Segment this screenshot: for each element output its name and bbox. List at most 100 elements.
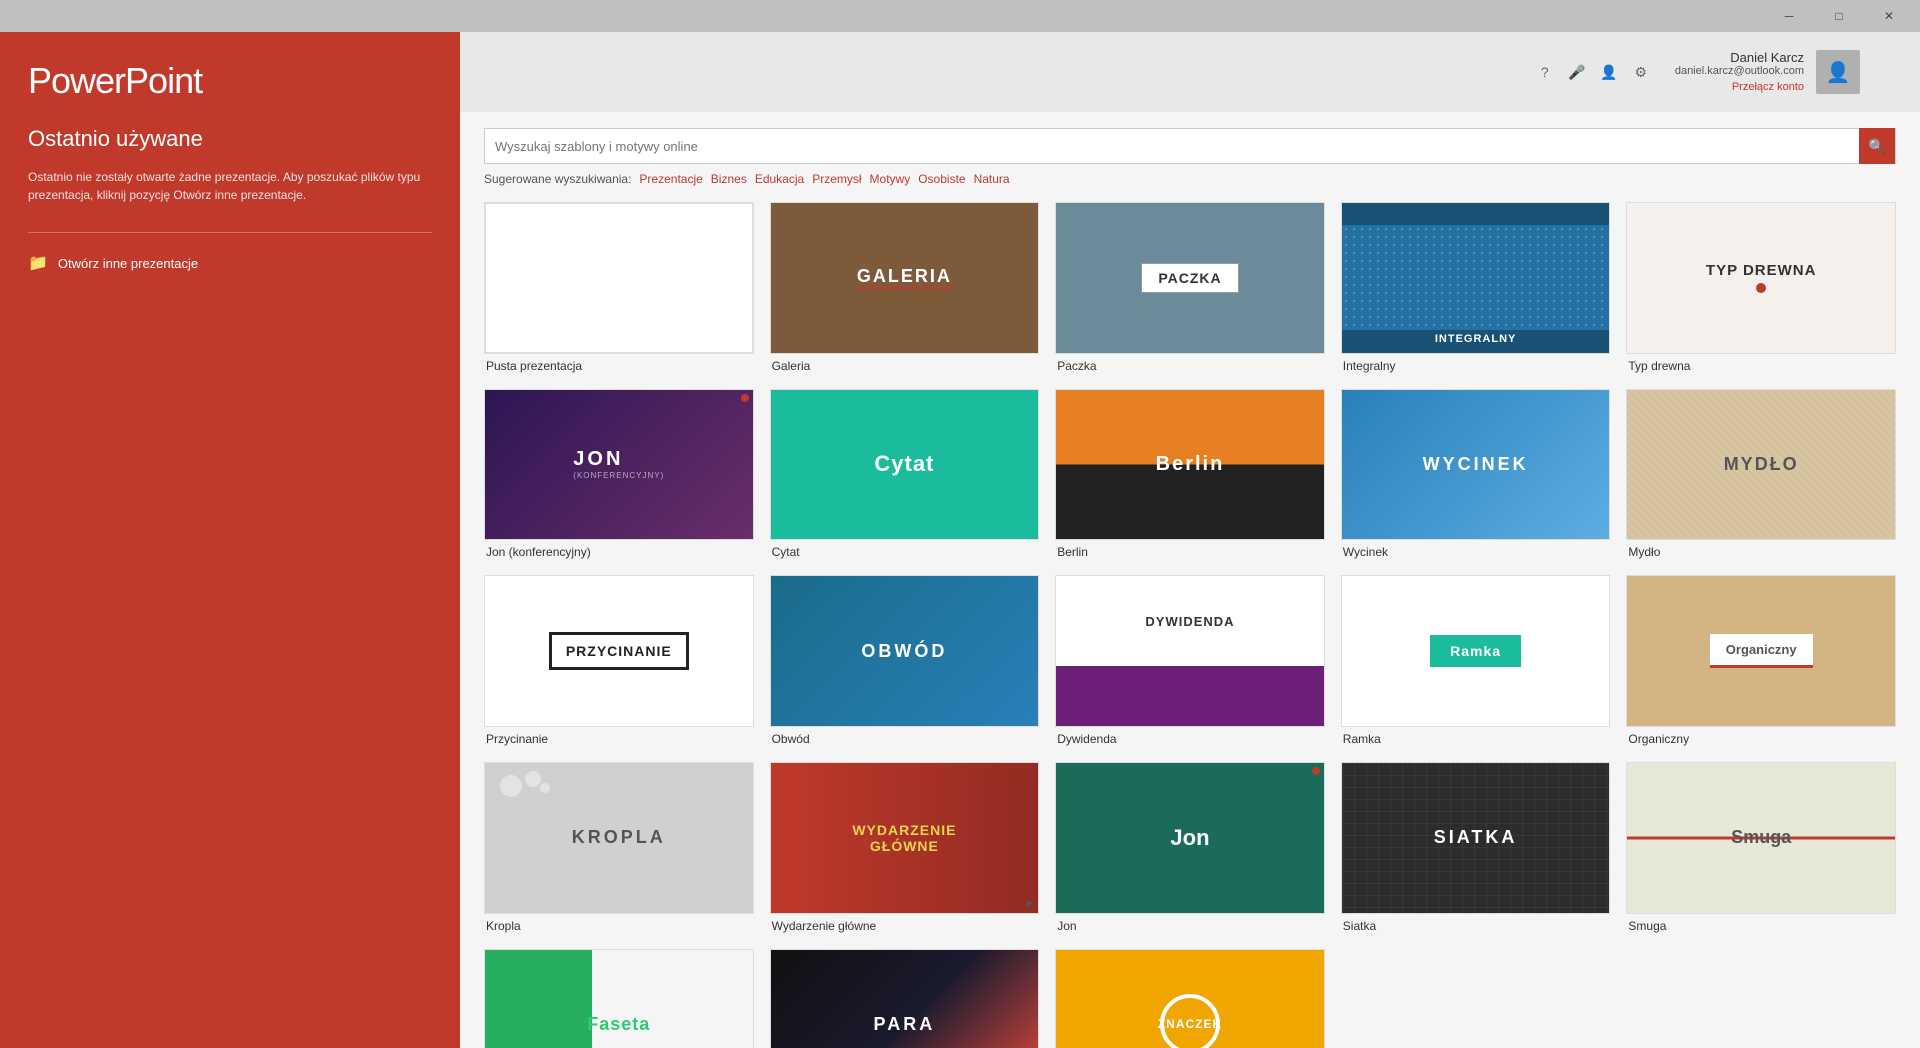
- suggestion-natura[interactable]: Natura: [974, 172, 1010, 186]
- template-label-berlin: Berlin: [1055, 545, 1325, 559]
- open-presentations-button[interactable]: 📁 Otwórz inne prezentacje: [28, 249, 432, 277]
- template-label-wydarzenie: Wydarzenie główne: [770, 919, 1040, 933]
- template-label-cytat: Cytat: [770, 545, 1040, 559]
- user-header: ? 🎤 👤 ⚙ Daniel Karcz daniel.karcz@outloo…: [460, 32, 1920, 112]
- template-label-przycinanie: Przycinanie: [484, 732, 754, 746]
- template-dywidenda[interactable]: DYWIDENDA Dywidenda: [1055, 575, 1325, 746]
- title-bar: ─ □ ✕: [0, 0, 1920, 32]
- template-thumb-obwod: OBWÓD: [770, 575, 1040, 727]
- settings-icon[interactable]: ⚙: [1627, 58, 1655, 86]
- template-thumb-kropla: KROPLA: [484, 762, 754, 914]
- template-galeria[interactable]: GALERIA Galeria: [770, 202, 1040, 373]
- template-integralny[interactable]: INTEGRALNY Integralny: [1341, 202, 1611, 373]
- template-thumb-ramka: Ramka: [1341, 575, 1611, 727]
- templates-container: Pusta prezentacja GALERIA Galeria PACZKA…: [460, 194, 1920, 1048]
- template-label-organiczny: Organiczny: [1626, 732, 1896, 746]
- search-bar: 🔍: [484, 128, 1896, 164]
- suggestion-osobiste[interactable]: Osobiste: [918, 172, 965, 186]
- sidebar-title: Ostatnio używane: [28, 126, 432, 152]
- template-label-ramka: Ramka: [1341, 732, 1611, 746]
- template-thumb-jon2: Jon: [1055, 762, 1325, 914]
- template-label-galeria: Galeria: [770, 359, 1040, 373]
- search-button[interactable]: 🔍: [1859, 128, 1895, 164]
- suggestions-row: Sugerowane wyszukiwania: Prezentacje Biz…: [484, 172, 1896, 186]
- suggestion-edukacja[interactable]: Edukacja: [755, 172, 804, 186]
- template-label-paczka: Paczka: [1055, 359, 1325, 373]
- avatar: 👤: [1816, 50, 1860, 94]
- help-button[interactable]: ?: [1531, 58, 1559, 86]
- template-pusta[interactable]: Pusta prezentacja: [484, 202, 754, 373]
- suggestion-biznes[interactable]: Biznes: [711, 172, 747, 186]
- template-jon-konf[interactable]: JON (KONFERENCYJNY) Jon (konferencyjny): [484, 389, 754, 560]
- app-logo: PowerPoint: [28, 60, 432, 102]
- close-button[interactable]: ✕: [1866, 0, 1912, 32]
- template-label-integralny: Integralny: [1341, 359, 1611, 373]
- template-thumb-faseta: Faseta: [484, 949, 754, 1048]
- template-thumb-berlin: Berlin: [1055, 389, 1325, 541]
- template-obwod[interactable]: OBWÓD Obwód: [770, 575, 1040, 746]
- template-label-smuga: Smuga: [1626, 919, 1896, 933]
- suggestion-prezentacje[interactable]: Prezentacje: [639, 172, 702, 186]
- template-thumb-galeria: GALERIA: [770, 202, 1040, 354]
- switch-account-link[interactable]: Przełącz konto: [1732, 81, 1804, 93]
- template-berlin[interactable]: Berlin Berlin: [1055, 389, 1325, 560]
- template-label-obwod: Obwód: [770, 732, 1040, 746]
- template-znaczek[interactable]: ZNACZEK Znaczek: [1055, 949, 1325, 1048]
- suggestion-przemysl[interactable]: Przemysł: [812, 172, 861, 186]
- sidebar: PowerPoint Ostatnio używane Ostatnio nie…: [0, 32, 460, 1048]
- template-thumb-organiczny: Organiczny: [1626, 575, 1896, 727]
- template-cytat[interactable]: Cytat Cytat: [770, 389, 1040, 560]
- sidebar-desc: Ostatnio nie zostały otwarte żadne preze…: [28, 168, 432, 204]
- minimize-button[interactable]: ─: [1766, 0, 1812, 32]
- user-email: daniel.karcz@outlook.com: [1675, 65, 1804, 77]
- folder-icon: 📁: [28, 253, 48, 273]
- user-info: Daniel Karcz daniel.karcz@outlook.com Pr…: [1675, 50, 1804, 95]
- microphone-button[interactable]: 🎤: [1563, 58, 1591, 86]
- template-thumb-para: PARA: [770, 949, 1040, 1048]
- template-organiczny[interactable]: Organiczny Organiczny: [1626, 575, 1896, 746]
- template-mydlo[interactable]: MYDŁO Mydło: [1626, 389, 1896, 560]
- template-thumb-pusta: [484, 202, 754, 354]
- help-icons: ? 🎤 👤 ⚙: [1531, 58, 1655, 86]
- template-thumb-dywidenda: DYWIDENDA: [1055, 575, 1325, 727]
- template-thumb-smuga: Smuga: [1626, 762, 1896, 914]
- template-thumb-mydlo: MYDŁO: [1626, 389, 1896, 541]
- template-label-jon2: Jon: [1055, 919, 1325, 933]
- template-label-jon-konf: Jon (konferencyjny): [484, 545, 754, 559]
- template-label-siatka: Siatka: [1341, 919, 1611, 933]
- template-label-dywidenda: Dywidenda: [1055, 732, 1325, 746]
- suggestion-motywy[interactable]: Motywy: [870, 172, 911, 186]
- template-thumb-wydarzenie: WYDARZENIEGŁÓWNE ▶: [770, 762, 1040, 914]
- template-label-wycinek: Wycinek: [1341, 545, 1611, 559]
- user-name: Daniel Karcz: [1675, 50, 1804, 65]
- template-thumb-cytat: Cytat: [770, 389, 1040, 541]
- person-icon[interactable]: 👤: [1595, 58, 1623, 86]
- search-input[interactable]: [485, 139, 1859, 154]
- template-label-pusta: Pusta prezentacja: [484, 359, 754, 373]
- template-jon2[interactable]: Jon Jon: [1055, 762, 1325, 933]
- template-thumb-paczka: PACZKA: [1055, 202, 1325, 354]
- template-wydarzenie[interactable]: WYDARZENIEGŁÓWNE ▶ Wydarzenie główne: [770, 762, 1040, 933]
- template-thumb-znaczek: ZNACZEK: [1055, 949, 1325, 1048]
- template-thumb-integralny: INTEGRALNY: [1341, 202, 1611, 354]
- suggestions-label: Sugerowane wyszukiwania:: [484, 172, 631, 186]
- template-thumb-typ-drewna: TYP DREWNA: [1626, 202, 1896, 354]
- template-smuga[interactable]: Smuga Smuga: [1626, 762, 1896, 933]
- template-przycinanie[interactable]: PRZYCINANIE Przycinanie: [484, 575, 754, 746]
- maximize-button[interactable]: □: [1816, 0, 1862, 32]
- template-siatka[interactable]: SIATKA Siatka: [1341, 762, 1611, 933]
- template-thumb-jon-konf: JON (KONFERENCYJNY): [484, 389, 754, 541]
- template-para[interactable]: PARA Para: [770, 949, 1040, 1048]
- template-ramka[interactable]: Ramka Ramka: [1341, 575, 1611, 746]
- template-thumb-wycinek: WYCINEK: [1341, 389, 1611, 541]
- template-paczka[interactable]: PACZKA Paczka: [1055, 202, 1325, 373]
- template-thumb-siatka: SIATKA: [1341, 762, 1611, 914]
- template-kropla[interactable]: KROPLA Kropla: [484, 762, 754, 933]
- template-label-mydlo: Mydło: [1626, 545, 1896, 559]
- template-faseta[interactable]: Faseta Faseta: [484, 949, 754, 1048]
- template-thumb-przycinanie: PRZYCINANIE: [484, 575, 754, 727]
- templates-grid: Pusta prezentacja GALERIA Galeria PACZKA…: [484, 202, 1896, 1048]
- content-area: ? 🎤 👤 ⚙ Daniel Karcz daniel.karcz@outloo…: [460, 32, 1920, 1048]
- template-typ-drewna[interactable]: TYP DREWNA Typ drewna: [1626, 202, 1896, 373]
- template-wycinek[interactable]: WYCINEK Wycinek: [1341, 389, 1611, 560]
